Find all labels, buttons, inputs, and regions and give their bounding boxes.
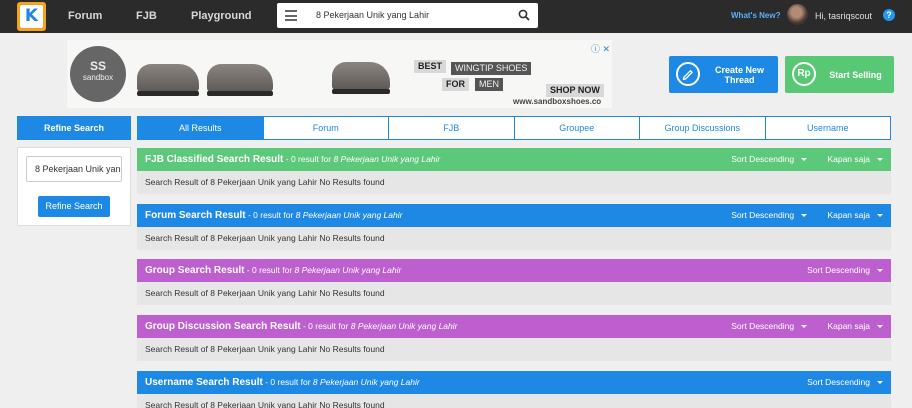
username-result-section: Username Search Result - 0 result for 8 … <box>137 371 891 408</box>
time-label: Kapan saja <box>827 154 870 164</box>
section-header: Forum Search Result - 0 result for 8 Pek… <box>137 204 891 227</box>
create-new-thread-button[interactable]: Create New Thread <box>669 56 778 93</box>
start-selling-label: Start Selling <box>829 69 882 80</box>
fjb-result-section: FJB Classified Search Result - 0 result … <box>137 148 891 194</box>
chevron-down-icon <box>877 214 883 218</box>
sandbox-logo-mark: SS <box>89 59 106 73</box>
sort-label: Sort Descending <box>807 377 870 387</box>
section-body: Search Result of 8 Pekerjaan Unik yang L… <box>137 338 891 361</box>
sort-dropdown[interactable]: Sort Descending <box>807 265 883 275</box>
chevron-down-icon <box>877 325 883 329</box>
sort-dropdown[interactable]: Sort Descending <box>807 377 883 387</box>
whats-new-link[interactable]: What's New? <box>731 11 780 20</box>
search-query: 8 Pekerjaan Unik yang Lahir <box>295 210 403 220</box>
search-icon[interactable] <box>518 9 530 21</box>
section-body: Search Result of 8 Pekerjaan Unik yang L… <box>137 282 891 305</box>
sort-label: Sort Descending <box>731 154 795 164</box>
group-discussion-result-section: Group Discussion Search Result - 0 resul… <box>137 315 891 361</box>
search-bar[interactable]: 8 Pekerjaan Unik yang Lahir <box>277 3 538 28</box>
sandbox-logo: SS sandbox <box>70 46 126 102</box>
section-header: Username Search Result - 0 result for 8 … <box>137 371 891 394</box>
chevron-down-icon <box>877 158 883 162</box>
result-tabs: All Results Forum FJB Groupee Group Disc… <box>137 116 891 140</box>
shoe-image <box>137 64 199 96</box>
section-header: Group Search Result - 0 result for 8 Pek… <box>137 259 891 282</box>
tab-all-results[interactable]: All Results <box>138 117 264 139</box>
sort-dropdown[interactable]: Sort Descending <box>731 210 808 220</box>
section-body: Search Result of 8 Pekerjaan Unik yang L… <box>137 227 891 250</box>
search-input[interactable]: 8 Pekerjaan Unik yang Lahir <box>316 10 429 20</box>
sort-label: Sort Descending <box>731 321 795 331</box>
user-greeting[interactable]: Hi, tasriqscout <box>815 11 872 21</box>
search-query: 8 Pekerjaan Unik yang Lahir <box>294 265 402 275</box>
nav-forum[interactable]: Forum <box>68 10 102 22</box>
top-navigation-bar: K Forum FJB Playground 8 Pekerjaan Unik … <box>0 0 912 33</box>
section-header: FJB Classified Search Result - 0 result … <box>137 148 891 171</box>
refine-search-button[interactable]: Refine Search <box>38 196 110 217</box>
shoe-image <box>332 62 390 94</box>
shop-now-button[interactable]: SHOP NOW <box>546 84 604 97</box>
refine-search-heading: Refine Search <box>17 116 131 140</box>
chevron-down-icon <box>801 325 808 329</box>
section-title: Forum Search Result <box>145 210 246 221</box>
avatar[interactable] <box>787 4 808 25</box>
sort-label: Sort Descending <box>807 265 870 275</box>
chevron-down-icon <box>801 158 808 162</box>
ad-tag: BEST <box>414 60 447 73</box>
refine-search-input[interactable]: 8 Pekerjaan Unik yang Lahir <box>26 156 122 182</box>
sort-dropdown[interactable]: Sort Descending <box>731 321 808 331</box>
section-title: Group Discussion Search Result <box>145 321 301 332</box>
logo-mark: K <box>20 5 43 28</box>
result-count: - 0 result for <box>244 265 295 275</box>
tab-username[interactable]: Username <box>766 117 891 139</box>
chevron-down-icon <box>877 381 883 385</box>
pencil-icon <box>676 62 700 86</box>
section-body: Search Result of 8 Pekerjaan Unik yang L… <box>137 394 891 408</box>
rupiah-icon: Rp <box>792 62 816 86</box>
ad-banner[interactable]: SS sandbox BEST WINGTIP SHOES FOR MEN SH… <box>67 40 612 108</box>
help-icon[interactable]: ? <box>883 9 895 21</box>
tab-group-discussions[interactable]: Group Discussions <box>640 117 766 139</box>
sandbox-logo-word: sandbox <box>82 73 114 82</box>
time-label: Kapan saja <box>827 321 870 331</box>
section-title: Group Search Result <box>145 265 245 276</box>
chevron-down-icon <box>801 214 808 218</box>
ad-tag: MEN <box>475 78 503 91</box>
result-count: - 0 result for <box>262 377 313 387</box>
nav-fjb[interactable]: FJB <box>136 10 157 22</box>
kaskus-logo[interactable]: K <box>17 2 46 31</box>
forum-result-section: Forum Search Result - 0 result for 8 Pek… <box>137 204 891 250</box>
chevron-down-icon <box>877 269 883 273</box>
section-body: Search Result of 8 Pekerjaan Unik yang L… <box>137 171 891 194</box>
result-count: - 0 result for <box>300 321 351 331</box>
result-count: - 0 result for <box>245 210 296 220</box>
time-dropdown[interactable]: Kapan saja <box>827 154 883 164</box>
hamburger-menu-icon[interactable] <box>285 10 297 21</box>
shoe-image <box>207 64 273 96</box>
ad-url: www.sandboxshoes.co <box>513 97 602 106</box>
section-header: Group Discussion Search Result - 0 resul… <box>137 315 891 338</box>
group-result-section: Group Search Result - 0 result for 8 Pek… <box>137 259 891 305</box>
sort-label: Sort Descending <box>731 210 795 220</box>
refine-search-panel: 8 Pekerjaan Unik yang Lahir Refine Searc… <box>17 147 131 226</box>
search-query: 8 Pekerjaan Unik yang Lahir <box>333 154 441 164</box>
tab-groupee[interactable]: Groupee <box>515 117 640 139</box>
sort-dropdown[interactable]: Sort Descending <box>731 154 808 164</box>
start-selling-button[interactable]: Rp Start Selling <box>785 56 894 93</box>
result-count: - 0 result for <box>283 154 334 164</box>
search-query: 8 Pekerjaan Unik yang Lahir <box>350 321 458 331</box>
search-query: 8 Pekerjaan Unik yang Lahir <box>312 377 420 387</box>
nav-playground[interactable]: Playground <box>191 10 252 22</box>
time-dropdown[interactable]: Kapan saja <box>827 210 883 220</box>
section-title: Username Search Result <box>145 377 263 388</box>
ad-tag: FOR <box>442 78 469 91</box>
tab-fjb[interactable]: FJB <box>389 117 515 139</box>
section-title: FJB Classified Search Result <box>145 154 284 165</box>
time-label: Kapan saja <box>827 210 870 220</box>
create-thread-label: Create New Thread <box>714 64 765 85</box>
ad-info-close-icon[interactable]: ⓘ ✕ <box>591 42 610 55</box>
ad-tag: WINGTIP SHOES <box>451 62 532 75</box>
tab-forum[interactable]: Forum <box>264 117 389 139</box>
time-dropdown[interactable]: Kapan saja <box>827 321 883 331</box>
